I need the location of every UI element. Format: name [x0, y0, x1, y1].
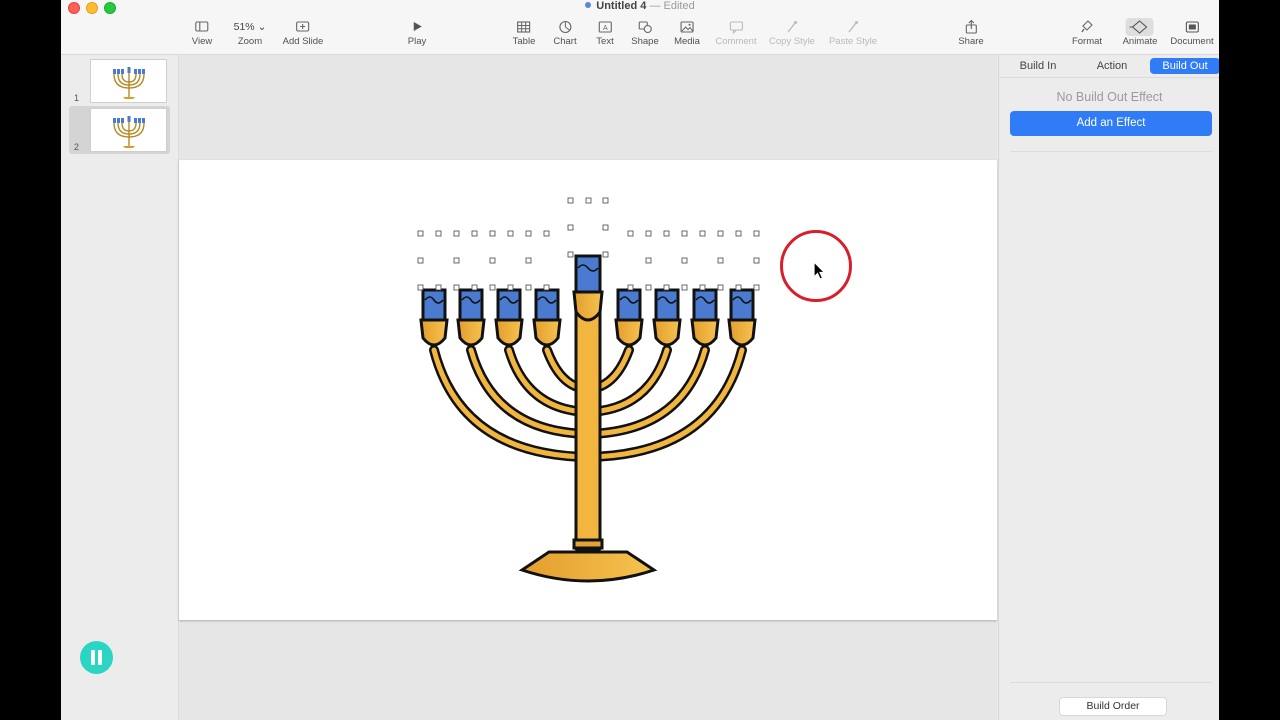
add-slide-button[interactable]: Add Slide	[282, 18, 324, 47]
slide-number: 2	[74, 142, 80, 152]
slide-navigator: 1 2	[61, 55, 179, 720]
document-button[interactable]: Document	[1170, 18, 1214, 47]
table-button[interactable]: Table	[512, 18, 536, 47]
paste-style-button[interactable]: Paste Style	[829, 18, 877, 47]
pause-recording-button[interactable]	[80, 641, 113, 674]
shape-icon	[638, 21, 652, 34]
paste-style-icon	[848, 21, 858, 33]
build-order-button[interactable]: Build Order	[1059, 697, 1167, 716]
slide-thumbnail-image	[91, 109, 166, 151]
document-status: Edited	[663, 0, 695, 12]
play-button[interactable]: Play	[408, 18, 426, 47]
chevron-down-icon: ⌄	[257, 21, 267, 33]
divider	[1010, 682, 1212, 683]
media-button[interactable]: Media	[674, 18, 700, 47]
text-label: Text	[596, 36, 614, 47]
add-slide-icon	[296, 21, 310, 32]
slide-thumbnail-image	[91, 60, 166, 102]
add-slide-label: Add Slide	[282, 36, 324, 47]
keynote-window: Untitled 4 — Edited View 51% ⌄ Zoom Add …	[61, 0, 1219, 720]
text-box-icon: A	[598, 21, 612, 33]
play-label: Play	[407, 36, 427, 47]
toolbar: Untitled 4 — Edited View 51% ⌄ Zoom Add …	[61, 0, 1219, 55]
zoom-label: Zoom	[237, 36, 263, 47]
zoom-menu[interactable]: 51% ⌄ Zoom	[234, 18, 267, 47]
shape-label: Shape	[631, 36, 659, 47]
media-icon	[680, 21, 694, 33]
table-label: Table	[512, 36, 536, 47]
document-icon	[585, 2, 592, 8]
media-label: Media	[674, 36, 700, 47]
slide-thumbnail-1[interactable]: 1	[69, 57, 170, 105]
format-button[interactable]: Format	[1072, 18, 1102, 47]
comment-icon	[729, 21, 743, 35]
title-separator: —	[649, 0, 661, 12]
format-label: Format	[1071, 36, 1103, 47]
chart-icon	[558, 20, 572, 34]
menorah-thumbnail-icon	[113, 116, 145, 148]
svg-text:A: A	[603, 25, 608, 32]
shape-button[interactable]: Shape	[631, 18, 659, 47]
slide[interactable]	[179, 160, 997, 620]
share-label: Share	[958, 36, 984, 47]
zoom-value-text: 51%	[233, 21, 255, 33]
animate-inspector: Build In Action Build Out No Build Out E…	[998, 55, 1219, 720]
paste-style-label: Paste Style	[828, 36, 878, 47]
zoom-value: 51% ⌄	[234, 18, 267, 36]
inspector-tabs: Build In Action Build Out	[999, 55, 1219, 78]
animate-diamond-icon	[1125, 18, 1154, 36]
document-label: Document	[1170, 36, 1214, 47]
mouse-cursor-icon	[813, 261, 826, 280]
slide-number: 1	[74, 93, 80, 103]
add-effect-button[interactable]: Add an Effect	[1010, 111, 1212, 136]
slide-thumbnail-2[interactable]: 2	[69, 106, 170, 154]
animate-label: Animate	[1122, 36, 1158, 47]
comment-label: Comment	[715, 36, 757, 47]
copy-style-label: Copy Style	[769, 36, 815, 47]
tab-action[interactable]: Action	[1085, 58, 1139, 74]
document-title: Untitled 4 — Edited	[61, 0, 1219, 12]
share-button[interactable]: Share	[958, 18, 984, 47]
copy-style-button[interactable]: Copy Style	[769, 18, 815, 47]
copy-style-icon	[787, 21, 797, 33]
view-label: View	[191, 36, 213, 47]
document-icon-button	[1185, 21, 1199, 33]
share-icon	[965, 19, 977, 34]
sidebar-icon	[195, 21, 209, 32]
tab-build-in[interactable]: Build In	[1011, 58, 1065, 74]
animate-button[interactable]: Animate	[1122, 18, 1158, 47]
comment-button[interactable]: Comment	[715, 18, 757, 47]
no-effect-label: No Build Out Effect	[1056, 90, 1163, 104]
menorah-thumbnail-icon	[113, 67, 145, 99]
menorah-illustration[interactable]	[179, 160, 997, 620]
chart-label: Chart	[553, 36, 577, 47]
paintbrush-icon	[1081, 20, 1093, 33]
slide-canvas	[179, 55, 997, 720]
document-name: Untitled 4	[596, 0, 647, 12]
pause-icon	[91, 650, 95, 665]
tab-build-out[interactable]: Build Out	[1150, 58, 1219, 74]
text-button[interactable]: A Text	[596, 18, 614, 47]
divider	[1010, 151, 1212, 152]
chart-button[interactable]: Chart	[553, 18, 577, 47]
view-button[interactable]: View	[192, 18, 212, 47]
table-icon	[517, 21, 531, 33]
play-icon	[413, 22, 422, 31]
pause-icon	[98, 650, 102, 665]
